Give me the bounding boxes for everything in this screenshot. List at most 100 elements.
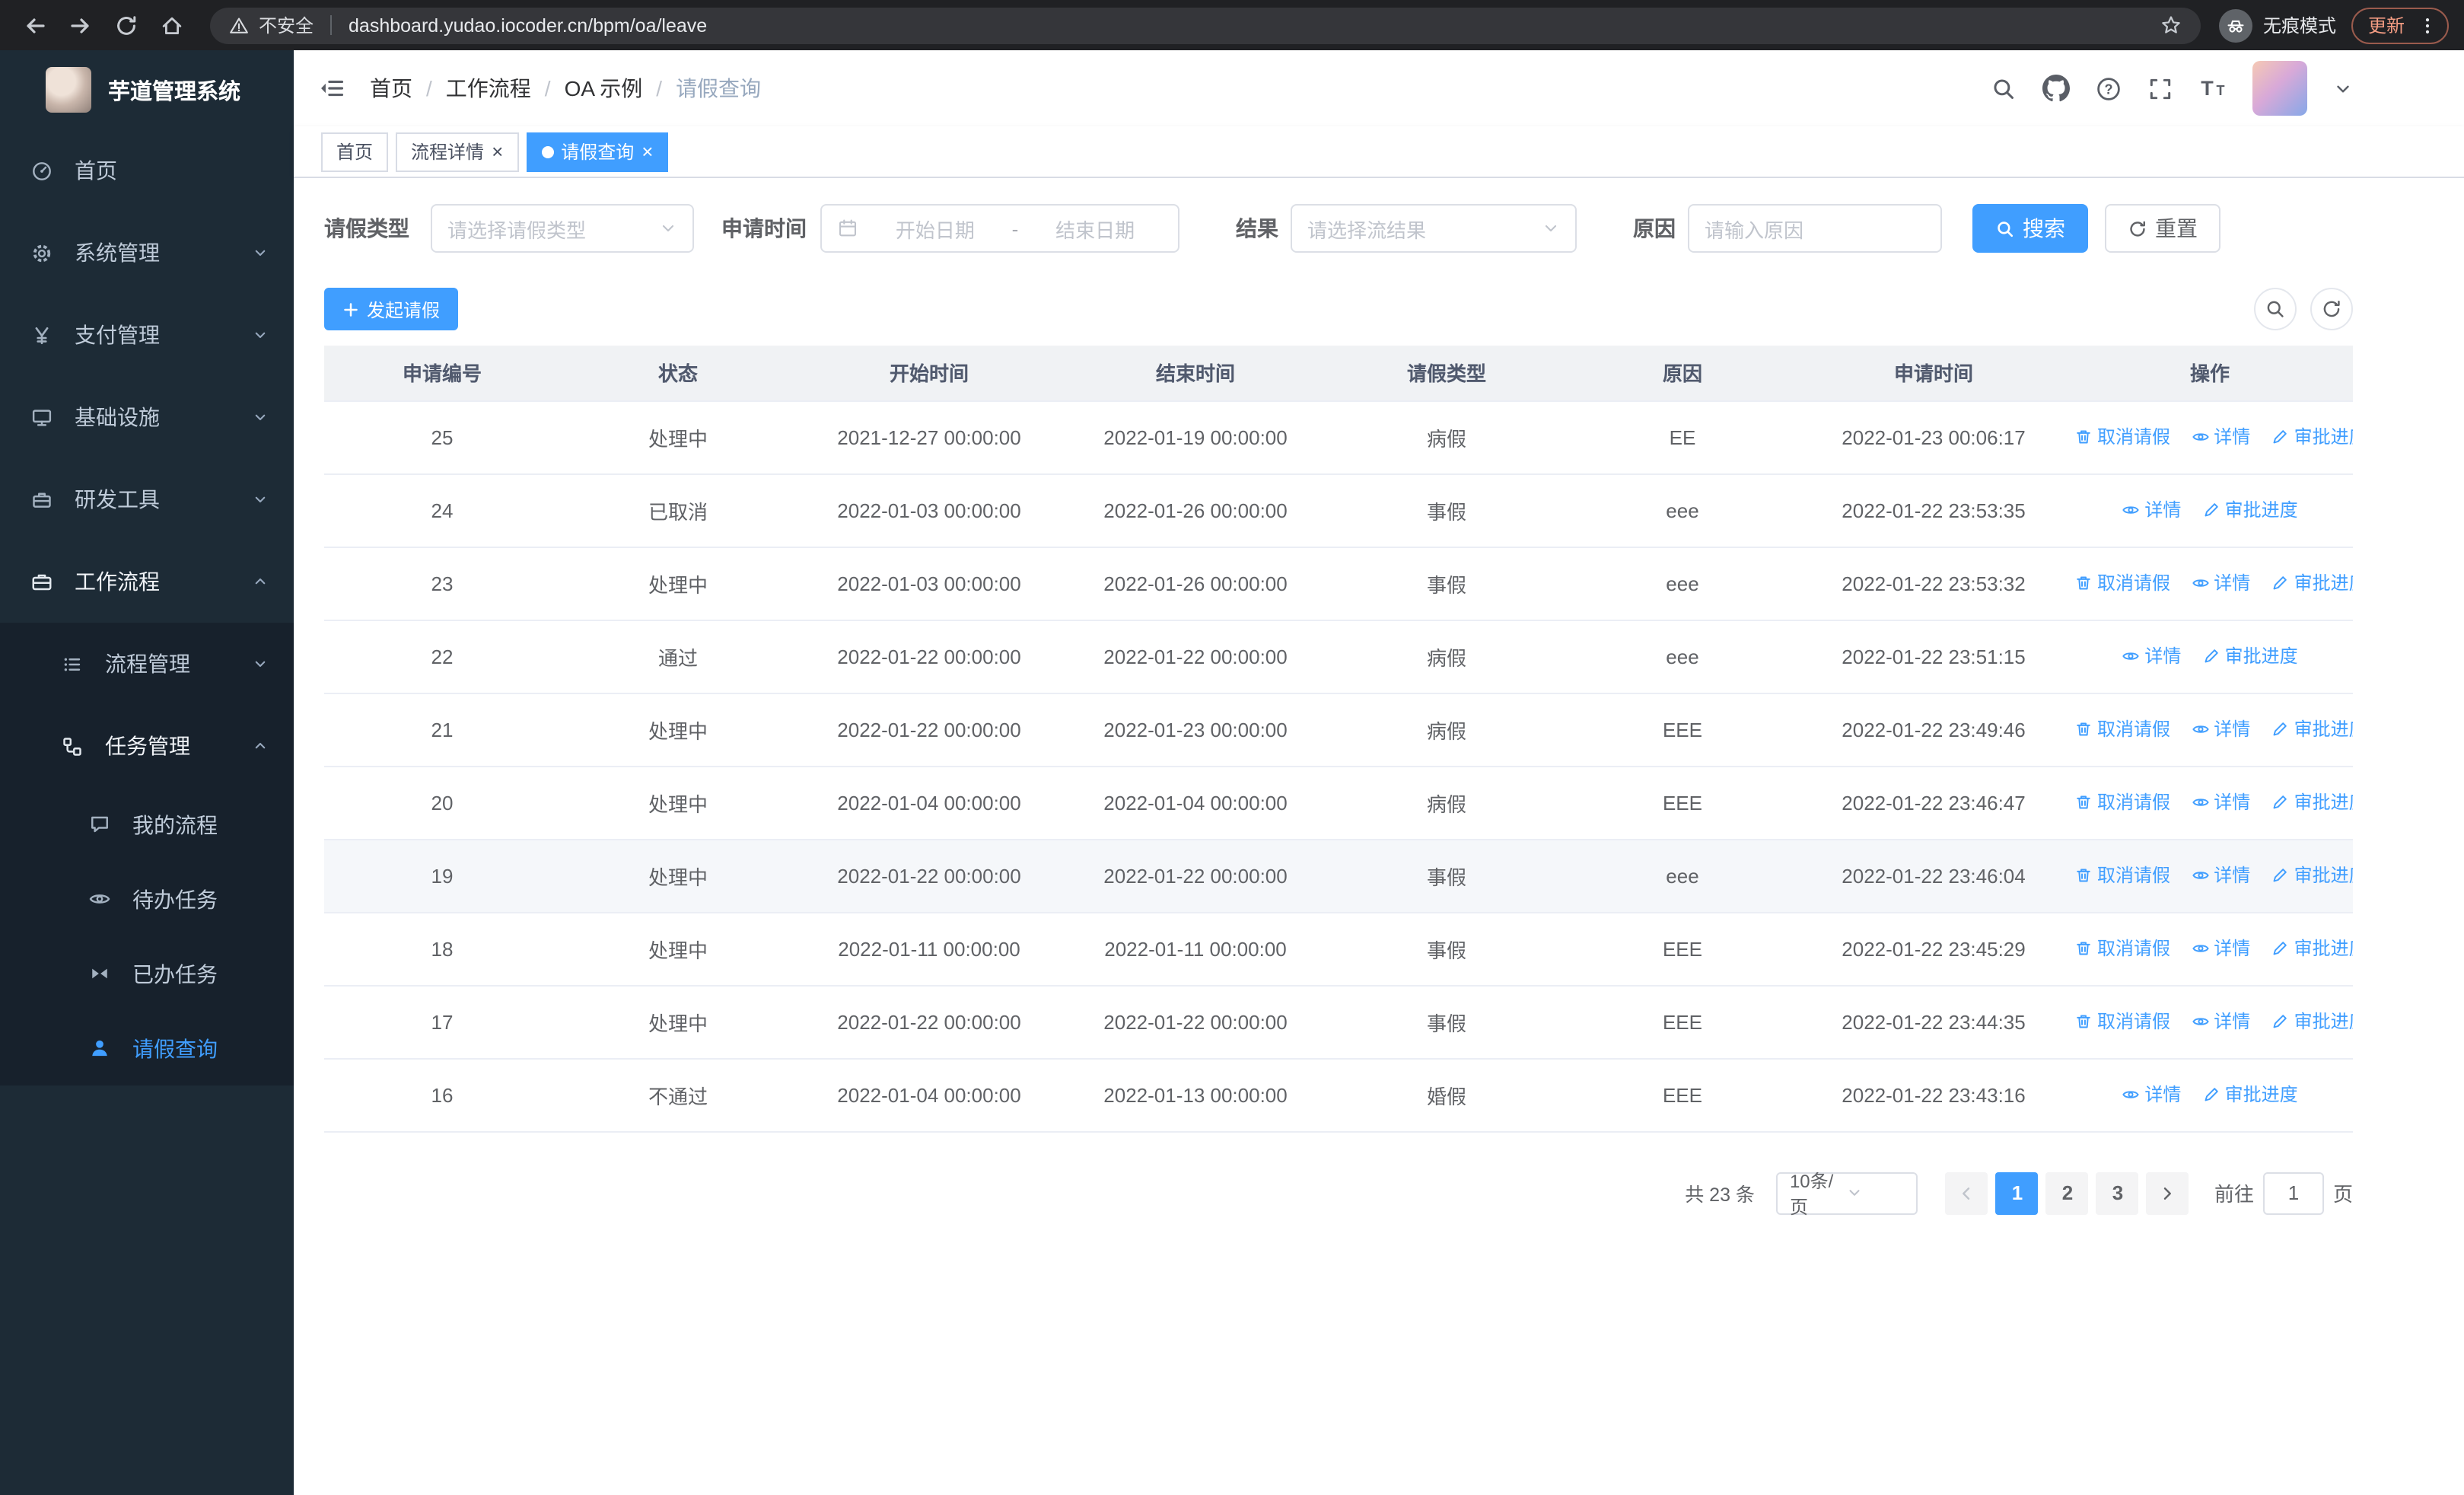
sidebar-item-done-tasks[interactable]: 已办任务 xyxy=(0,936,294,1011)
approval-progress-link[interactable]: 审批进度 xyxy=(2271,936,2353,961)
cancel-leave-link[interactable]: 取消请假 xyxy=(2074,789,2170,815)
sidebar-item-todo-tasks[interactable]: 待办任务 xyxy=(0,862,294,936)
sidebar-item-task-management[interactable]: 任务管理 xyxy=(0,705,294,787)
browser-home-icon[interactable] xyxy=(152,5,192,45)
tab-home[interactable]: 首页 xyxy=(321,132,389,171)
sidebar-item-infrastructure[interactable]: 基础设施 xyxy=(0,376,294,458)
kebab-menu-icon[interactable] xyxy=(2417,14,2438,36)
cell-apply-time: 2022-01-22 23:43:16 xyxy=(1800,1058,2067,1132)
breadcrumb-item[interactable]: 工作流程 xyxy=(446,73,531,104)
chevron-down-icon[interactable] xyxy=(2333,78,2353,98)
bookmark-star-icon[interactable] xyxy=(2160,14,2182,37)
cell-leave-type: 事假 xyxy=(1329,839,1565,913)
page-button-1[interactable]: 1 xyxy=(1995,1171,2039,1214)
reset-button[interactable]: 重置 xyxy=(2105,204,2220,253)
fullscreen-icon[interactable] xyxy=(2147,75,2173,101)
cell-start-time: 2022-01-22 00:00:00 xyxy=(796,693,1062,767)
approval-progress-link[interactable]: 审批进度 xyxy=(2202,497,2298,523)
tab-close-icon[interactable]: × xyxy=(492,142,503,161)
help-icon[interactable]: ? xyxy=(2096,75,2122,101)
next-page-button[interactable] xyxy=(2146,1171,2189,1214)
detail-link[interactable]: 详情 xyxy=(2191,570,2250,596)
sidebar-item-my-processes[interactable]: 我的流程 xyxy=(0,787,294,862)
refresh-icon[interactable] xyxy=(2310,288,2353,330)
font-size-icon[interactable]: TT xyxy=(2199,75,2227,102)
create-leave-button[interactable]: 发起请假 xyxy=(324,288,459,330)
toggle-search-icon[interactable] xyxy=(2254,288,2297,330)
browser-forward-icon[interactable] xyxy=(61,5,100,45)
detail-link[interactable]: 详情 xyxy=(2191,936,2250,961)
detail-link[interactable]: 详情 xyxy=(2191,1009,2250,1034)
update-label: 更新 xyxy=(2367,15,2405,37)
cancel-leave-link[interactable]: 取消请假 xyxy=(2074,424,2170,450)
edit-icon xyxy=(2205,649,2218,662)
sidebar-item-label: 已办任务 xyxy=(132,961,218,986)
browser-reload-icon[interactable] xyxy=(107,5,146,45)
result-select[interactable]: 请选择流结果 xyxy=(1291,204,1577,253)
detail-link[interactable]: 详情 xyxy=(2191,789,2250,815)
fold-menu-icon[interactable] xyxy=(318,75,345,102)
approval-progress-link[interactable]: 审批进度 xyxy=(2271,716,2353,742)
approval-progress-link[interactable]: 审批进度 xyxy=(2271,424,2353,450)
table-row: 18 处理中 2022-01-11 00:00:00 2022-01-11 00… xyxy=(324,912,2353,986)
sidebar-item-system[interactable]: 系统管理 xyxy=(0,212,294,294)
cancel-leave-link[interactable]: 取消请假 xyxy=(2074,1009,2170,1034)
address-bar[interactable]: 不安全 dashboard.yudao.iocoder.cn/bpm/oa/le… xyxy=(210,7,2201,43)
breadcrumb-item[interactable]: OA 示例 xyxy=(565,73,643,104)
approval-progress-link[interactable]: 审批进度 xyxy=(2202,643,2298,669)
detail-link[interactable]: 详情 xyxy=(2191,424,2250,450)
sidebar-item-payment[interactable]: 支付管理 xyxy=(0,294,294,376)
eye-icon xyxy=(2192,798,2209,806)
cancel-leave-link[interactable]: 取消请假 xyxy=(2074,936,2170,961)
chevron-down-icon xyxy=(251,326,269,344)
cell-apply-no: 21 xyxy=(324,693,560,767)
search-icon[interactable] xyxy=(1991,75,2017,101)
approval-progress-link[interactable]: 审批进度 xyxy=(2271,789,2353,815)
cancel-leave-link[interactable]: 取消请假 xyxy=(2074,716,2170,742)
tab-close-icon[interactable]: × xyxy=(641,142,653,161)
sidebar-item-home[interactable]: 首页 xyxy=(0,129,294,212)
cancel-leave-link[interactable]: 取消请假 xyxy=(2074,570,2170,596)
leave-type-select[interactable]: 请选择请假类型 xyxy=(431,204,694,253)
search-button-label: 搜索 xyxy=(2023,216,2065,241)
github-icon[interactable] xyxy=(2042,75,2070,102)
browser-back-icon[interactable] xyxy=(15,5,55,45)
tab-leave-query[interactable]: 请假查询 × xyxy=(526,132,669,171)
apply-time-range-picker[interactable]: 开始日期 - 结束日期 xyxy=(820,204,1179,253)
detail-link[interactable]: 详情 xyxy=(2122,497,2181,523)
detail-link[interactable]: 详情 xyxy=(2191,716,2250,742)
user-avatar[interactable] xyxy=(2252,61,2307,116)
app-title: 芋道管理系统 xyxy=(108,80,240,104)
cell-leave-type: 病假 xyxy=(1329,693,1565,767)
tab-process-detail[interactable]: 流程详情 × xyxy=(396,132,519,171)
detail-link[interactable]: 详情 xyxy=(2191,862,2250,888)
detail-link[interactable]: 详情 xyxy=(2122,643,2181,669)
page-size-select[interactable]: 10条/页 xyxy=(1775,1170,1918,1217)
search-button[interactable]: 搜索 xyxy=(1972,204,2088,253)
approval-progress-link[interactable]: 审批进度 xyxy=(2271,862,2353,888)
workflow-submenu: 流程管理 任务管理 我的流程 待办任务 已办任务 请假查询 xyxy=(0,623,294,1085)
cell-status: 已取消 xyxy=(560,473,796,547)
sidebar-item-workflow[interactable]: 工作流程 xyxy=(0,540,294,623)
reason-label: 原因 xyxy=(1633,216,1676,241)
cell-apply-time: 2022-01-23 00:06:17 xyxy=(1800,400,2067,474)
goto-page-input[interactable] xyxy=(2262,1171,2324,1214)
browser-update-button[interactable]: 更新 xyxy=(2351,7,2449,43)
tab-label: 请假查询 xyxy=(561,142,635,163)
reason-input[interactable]: 请输入原因 xyxy=(1688,204,1942,253)
page-button-3[interactable]: 3 xyxy=(2096,1171,2139,1214)
approval-progress-link[interactable]: 审批进度 xyxy=(2202,1082,2298,1108)
approval-progress-link[interactable]: 审批进度 xyxy=(2271,1009,2353,1034)
sidebar-item-leave-query[interactable]: 请假查询 xyxy=(0,1011,294,1085)
sidebar-item-devtools[interactable]: 研发工具 xyxy=(0,458,294,540)
detail-link[interactable]: 详情 xyxy=(2122,1082,2181,1108)
prev-page-button[interactable] xyxy=(1945,1171,1988,1214)
breadcrumb-item[interactable]: 首页 xyxy=(370,73,412,104)
sidebar-item-process-management[interactable]: 流程管理 xyxy=(0,623,294,705)
calendar-icon xyxy=(837,218,858,239)
page-button-2[interactable]: 2 xyxy=(2045,1171,2089,1214)
cancel-leave-link[interactable]: 取消请假 xyxy=(2074,862,2170,888)
task-submenu: 我的流程 待办任务 已办任务 请假查询 xyxy=(0,787,294,1085)
approval-progress-link[interactable]: 审批进度 xyxy=(2271,570,2353,596)
edit-icon xyxy=(2205,502,2218,516)
